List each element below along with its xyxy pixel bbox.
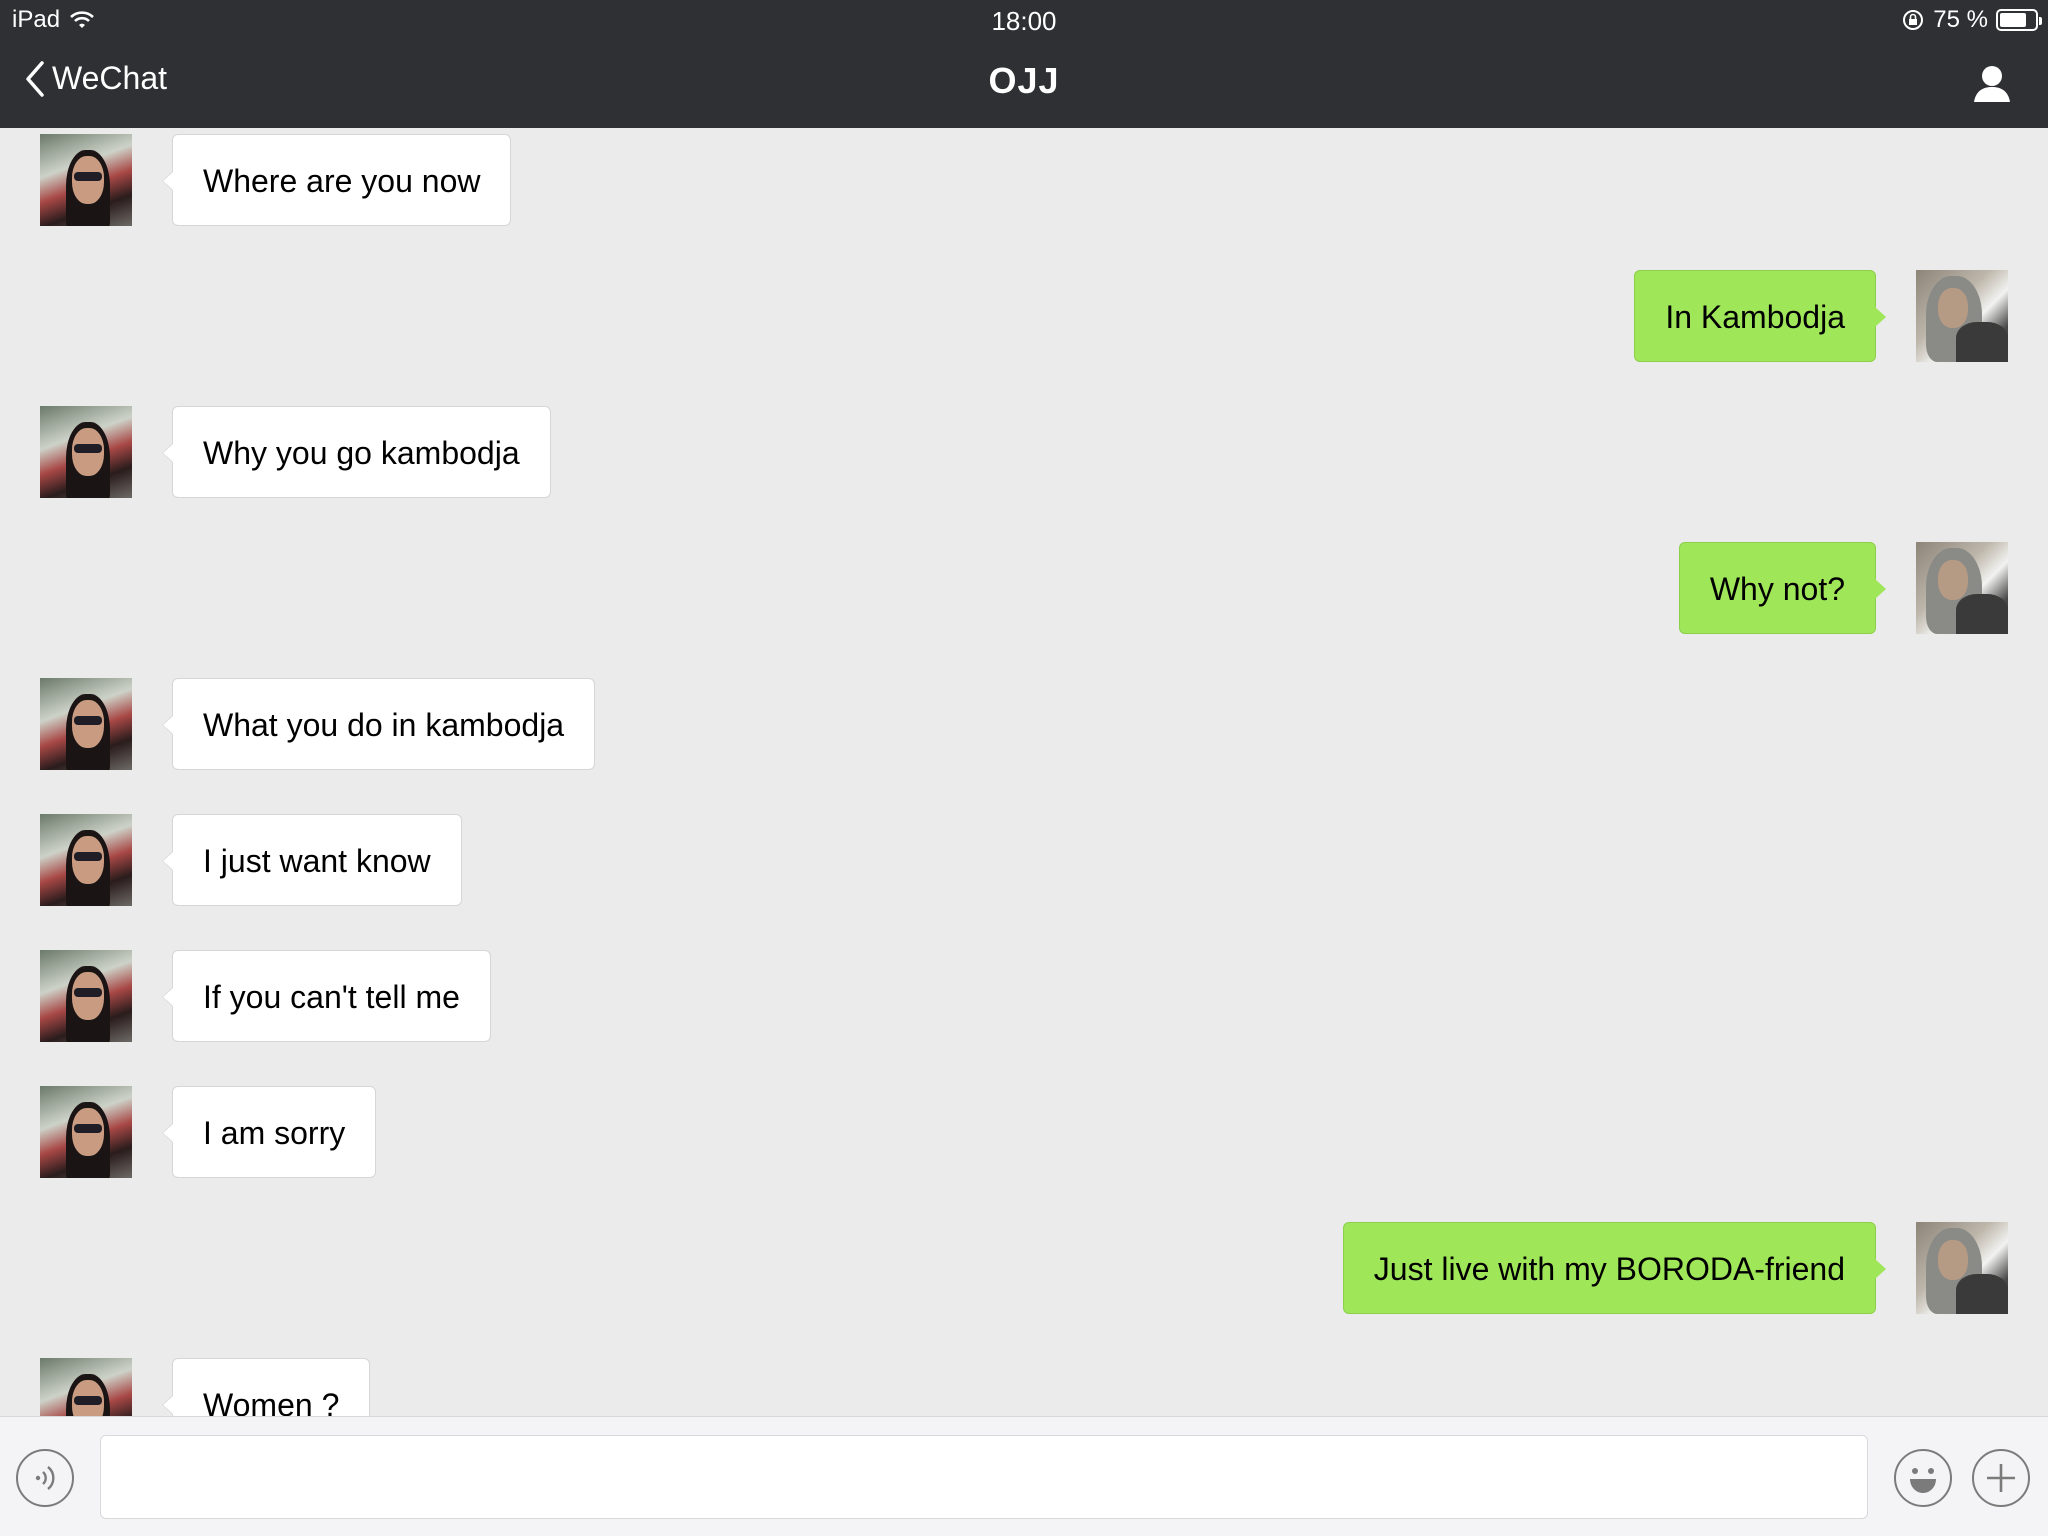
top-bar: iPad 18:00 75 % WeChat OJJ bbox=[0, 0, 2048, 128]
person-icon bbox=[1974, 66, 2010, 102]
message-bubble[interactable]: What you do in kambodja bbox=[161, 678, 596, 770]
message-bubble[interactable]: Women ? bbox=[161, 1358, 371, 1416]
contact-avatar[interactable] bbox=[40, 950, 132, 1042]
message-outgoing: In Kambodja bbox=[0, 270, 2048, 362]
profile-button[interactable] bbox=[1972, 64, 2012, 104]
message-incoming: What you do in kambodja bbox=[0, 678, 2048, 770]
contact-avatar[interactable] bbox=[40, 406, 132, 498]
message-bubble[interactable]: Just live with my BORODA-friend bbox=[1342, 1222, 1887, 1314]
battery-icon bbox=[1996, 9, 2042, 31]
battery-percent: 75 % bbox=[1933, 6, 1988, 33]
chat-title: OJJ bbox=[988, 60, 1060, 101]
message-bubble[interactable]: Why not? bbox=[1678, 542, 1887, 634]
message-bubble[interactable]: Why you go kambodja bbox=[162, 406, 551, 498]
input-bar bbox=[0, 1416, 2048, 1536]
emoji-button[interactable] bbox=[1894, 1449, 1952, 1507]
message-bubble[interactable]: I am sorry bbox=[161, 1086, 377, 1178]
status-time: 18:00 bbox=[991, 6, 1057, 36]
my-avatar[interactable] bbox=[1916, 542, 2008, 634]
message-list[interactable]: Where are you now In Kambodja Why you go… bbox=[0, 128, 2048, 1416]
my-avatar[interactable] bbox=[1916, 1222, 2008, 1314]
contact-avatar[interactable] bbox=[40, 1358, 132, 1416]
emoji-icon bbox=[1910, 1468, 1936, 1493]
my-avatar[interactable] bbox=[1916, 270, 2008, 362]
battery-fill bbox=[2000, 13, 2026, 27]
message-incoming: Where are you now bbox=[0, 134, 2048, 226]
voice-button[interactable] bbox=[16, 1449, 74, 1507]
message-incoming: If you can't tell me bbox=[0, 950, 2048, 1042]
message-bubble[interactable]: I just want know bbox=[162, 814, 462, 906]
message-bubble[interactable]: In Kambodja bbox=[1634, 270, 1886, 362]
message-incoming: I am sorry bbox=[0, 1086, 2048, 1178]
status-right: 75 % bbox=[1901, 6, 2042, 34]
voice-icon bbox=[35, 1466, 55, 1490]
message-outgoing: Why not? bbox=[0, 542, 2048, 634]
message-input[interactable] bbox=[100, 1435, 1868, 1519]
contact-avatar[interactable] bbox=[40, 1086, 132, 1178]
message-incoming: Why you go kambodja bbox=[0, 406, 2048, 498]
contact-avatar[interactable] bbox=[40, 814, 132, 906]
contact-avatar[interactable] bbox=[40, 678, 132, 770]
contact-avatar[interactable] bbox=[40, 134, 132, 226]
message-incoming: Women ? bbox=[0, 1358, 2048, 1416]
message-incoming: I just want know bbox=[0, 814, 2048, 906]
more-button[interactable] bbox=[1972, 1449, 2030, 1507]
plus-icon bbox=[1987, 1464, 2015, 1492]
message-bubble[interactable]: If you can't tell me bbox=[162, 950, 491, 1042]
rotation-lock-icon bbox=[1903, 10, 1924, 30]
message-outgoing: Just live with my BORODA-friend bbox=[0, 1222, 2048, 1314]
message-bubble[interactable]: Where are you now bbox=[161, 134, 512, 226]
